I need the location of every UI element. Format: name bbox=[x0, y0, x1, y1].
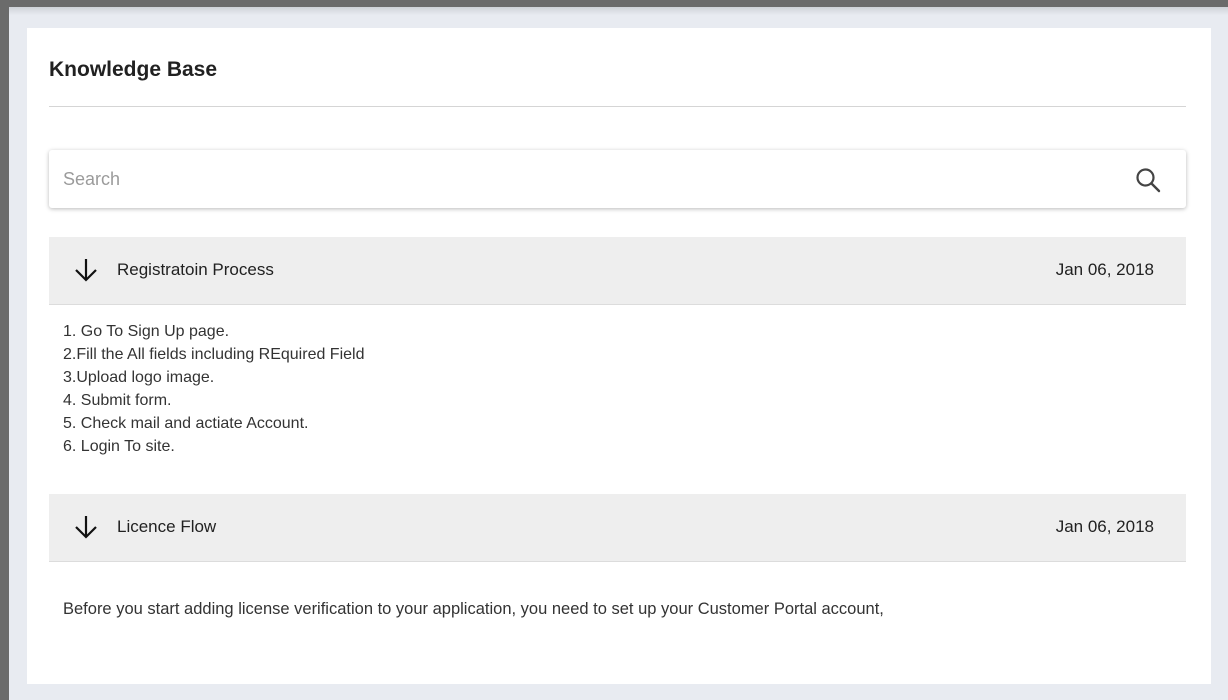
search-input[interactable] bbox=[49, 150, 1109, 208]
list-item: 2.Fill the All fields including REquired… bbox=[63, 346, 365, 363]
search-box bbox=[49, 150, 1186, 208]
accordion-date: Jan 06, 2018 bbox=[1055, 260, 1154, 279]
knowledge-base-card: Knowledge Base Registratoin Process Jan … bbox=[27, 28, 1211, 684]
accordion-body-licence: Before you start adding license verifica… bbox=[63, 600, 884, 618]
accordion-body-registration: 1. Go To Sign Up page. 2.Fill the All fi… bbox=[63, 320, 364, 458]
arrow-down-icon bbox=[75, 259, 97, 282]
window-frame-top bbox=[0, 0, 1228, 7]
accordion-header-licence[interactable]: Licence Flow Jan 06, 2018 bbox=[49, 494, 1186, 562]
arrow-down-icon bbox=[75, 516, 97, 539]
list-item: 3.Upload logo image. bbox=[63, 369, 215, 386]
page-title: Knowledge Base bbox=[49, 58, 218, 81]
window-frame-left bbox=[0, 0, 9, 700]
list-item: 6. Login To site. bbox=[63, 438, 175, 455]
accordion-title: Licence Flow bbox=[117, 517, 217, 536]
list-item: 5. Check mail and actiate Account. bbox=[63, 415, 309, 432]
search-icon[interactable] bbox=[1134, 166, 1162, 194]
accordion-title: Registratoin Process bbox=[117, 260, 274, 279]
list-item: 4. Submit form. bbox=[63, 392, 172, 409]
window-frame-shadow bbox=[9, 7, 1228, 15]
list-item: 1. Go To Sign Up page. bbox=[63, 323, 230, 340]
title-divider bbox=[49, 106, 1186, 107]
accordion-date: Jan 06, 2018 bbox=[1055, 517, 1154, 536]
accordion-header-registration[interactable]: Registratoin Process Jan 06, 2018 bbox=[49, 237, 1186, 305]
